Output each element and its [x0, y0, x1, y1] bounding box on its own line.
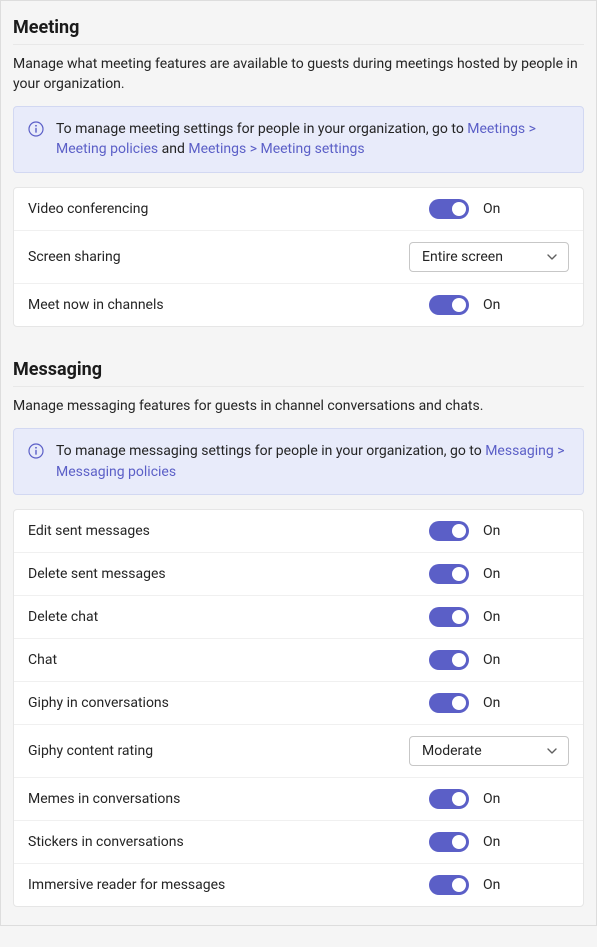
row-screen-sharing: Screen sharing Entire screen — [14, 231, 583, 284]
row-video-conferencing: Video conferencing On — [14, 188, 583, 231]
select-giphy-rating[interactable]: Moderate — [409, 736, 569, 766]
label-stickers: Stickers in conversations — [28, 834, 184, 850]
toggle-state: On — [483, 201, 500, 217]
toggle-edit-sent[interactable] — [429, 521, 469, 541]
meeting-section-desc: Manage what meeting features are availab… — [13, 55, 584, 94]
row-giphy: Giphy in conversations On — [14, 682, 583, 725]
toggle-state: On — [483, 834, 500, 850]
row-delete-chat: Delete chat On — [14, 596, 583, 639]
meeting-info-banner: To manage meeting settings for people in… — [13, 106, 584, 173]
meeting-section-title: Meeting — [13, 11, 584, 45]
toggle-stickers[interactable] — [429, 832, 469, 852]
row-delete-sent: Delete sent messages On — [14, 553, 583, 596]
toggle-immersive-reader[interactable] — [429, 875, 469, 895]
label-chat: Chat — [28, 652, 57, 668]
meeting-settings-card: Video conferencing On Screen sharing Ent… — [13, 187, 584, 327]
messaging-section-title: Messaging — [13, 353, 584, 387]
messaging-settings-card: Edit sent messages On Delete sent messag… — [13, 509, 584, 907]
label-delete-sent: Delete sent messages — [28, 566, 166, 582]
chevron-down-icon — [546, 251, 558, 263]
toggle-state: On — [483, 791, 500, 807]
row-edit-sent: Edit sent messages On — [14, 510, 583, 553]
toggle-memes[interactable] — [429, 789, 469, 809]
label-giphy-rating: Giphy content rating — [28, 743, 153, 759]
select-screen-sharing[interactable]: Entire screen — [409, 242, 569, 272]
messaging-banner-text: To manage messaging settings for people … — [56, 441, 569, 482]
label-meet-now: Meet now in channels — [28, 297, 164, 313]
label-edit-sent: Edit sent messages — [28, 523, 150, 539]
banner-text-part: To manage messaging settings for people … — [56, 443, 485, 459]
toggle-video-conferencing[interactable] — [429, 199, 469, 219]
label-video-conferencing: Video conferencing — [28, 201, 148, 217]
row-immersive-reader: Immersive reader for messages On — [14, 864, 583, 906]
label-immersive-reader: Immersive reader for messages — [28, 877, 225, 893]
label-memes: Memes in conversations — [28, 791, 180, 807]
select-value-giphy-rating: Moderate — [422, 743, 482, 759]
row-giphy-rating: Giphy content rating Moderate — [14, 725, 583, 778]
messaging-section-desc: Manage messaging features for guests in … — [13, 397, 584, 417]
toggle-state: On — [483, 523, 500, 539]
toggle-state: On — [483, 566, 500, 582]
info-icon — [28, 443, 44, 459]
row-chat: Chat On — [14, 639, 583, 682]
meeting-settings-link[interactable]: Meetings > Meeting settings — [188, 141, 364, 157]
toggle-state: On — [483, 297, 500, 313]
select-value-screen-sharing: Entire screen — [422, 249, 503, 265]
label-giphy: Giphy in conversations — [28, 695, 169, 711]
toggle-state: On — [483, 609, 500, 625]
banner-text-part: and — [158, 141, 188, 157]
toggle-chat[interactable] — [429, 650, 469, 670]
toggle-giphy[interactable] — [429, 693, 469, 713]
meeting-banner-text: To manage meeting settings for people in… — [56, 119, 569, 160]
toggle-state: On — [483, 877, 500, 893]
toggle-delete-sent[interactable] — [429, 564, 469, 584]
row-stickers: Stickers in conversations On — [14, 821, 583, 864]
toggle-delete-chat[interactable] — [429, 607, 469, 627]
row-meet-now: Meet now in channels On — [14, 284, 583, 326]
toggle-state: On — [483, 652, 500, 668]
toggle-meet-now[interactable] — [429, 295, 469, 315]
banner-text-part: To manage meeting settings for people in… — [56, 121, 467, 137]
messaging-info-banner: To manage messaging settings for people … — [13, 428, 584, 495]
row-memes: Memes in conversations On — [14, 778, 583, 821]
label-screen-sharing: Screen sharing — [28, 249, 121, 265]
toggle-state: On — [483, 695, 500, 711]
info-icon — [28, 121, 44, 137]
chevron-down-icon — [546, 745, 558, 757]
label-delete-chat: Delete chat — [28, 609, 98, 625]
